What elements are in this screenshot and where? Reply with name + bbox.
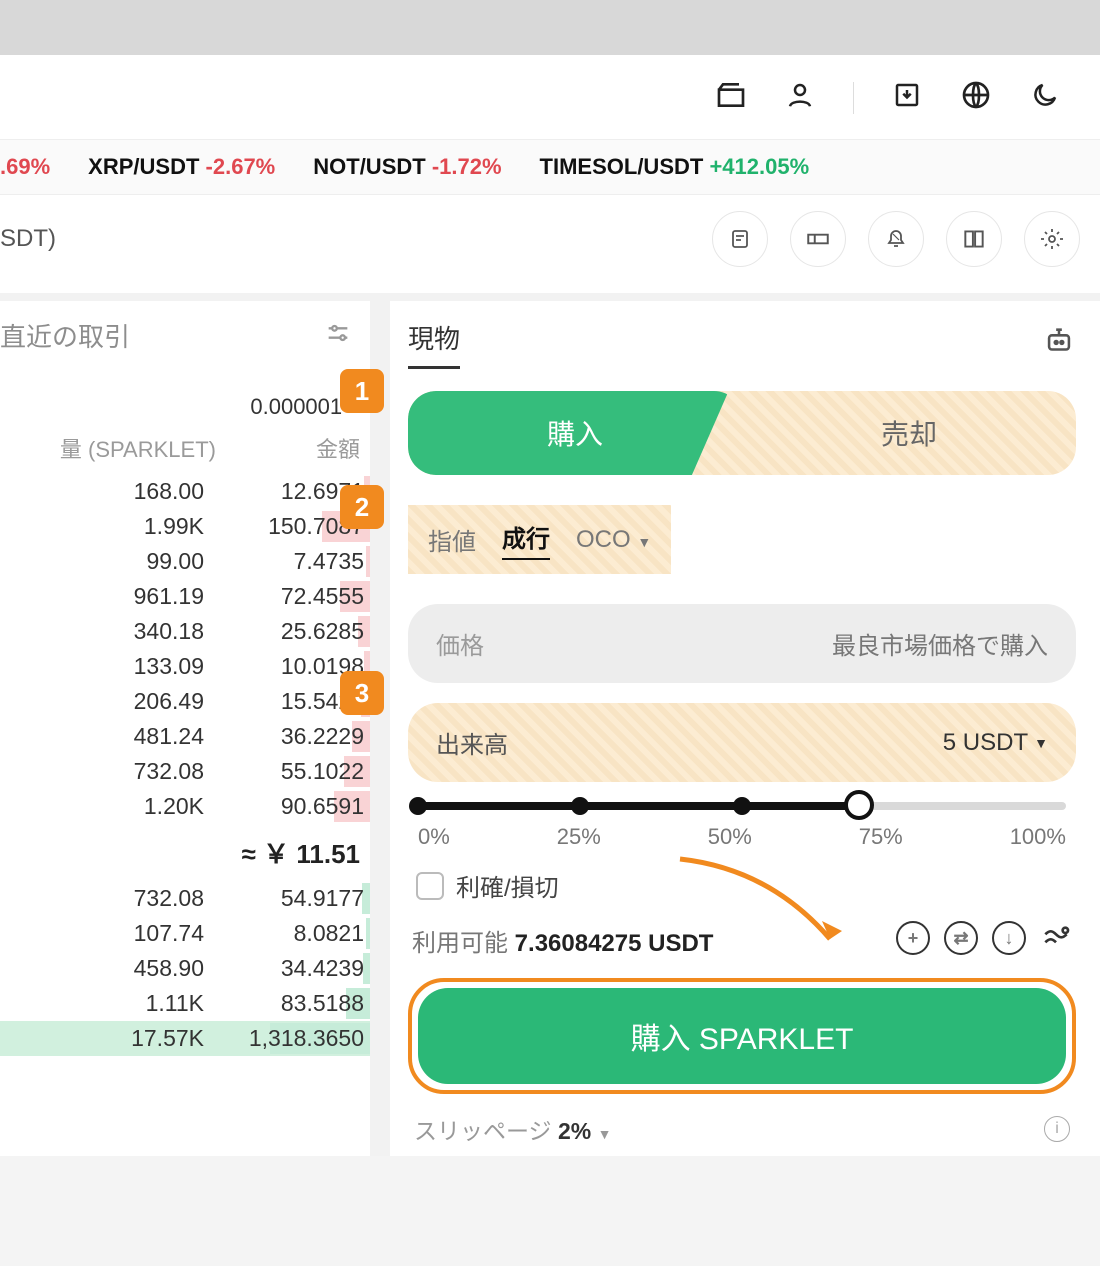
precision-selector[interactable]: 0.000001▼ <box>0 366 370 428</box>
notes-icon[interactable] <box>712 211 768 267</box>
orderbook-row[interactable]: 99.007.4735 <box>0 544 370 579</box>
orderbook-panel: 直近の取引 0.000001▼ 量 (SPARKLET) 金額 168.0012… <box>0 301 370 1156</box>
recent-trades-title: 直近の取引 <box>0 317 130 354</box>
ticker-item[interactable]: NOT/USDT -1.72% <box>313 154 501 180</box>
download-icon[interactable] <box>892 80 922 116</box>
mid-price: ≈ ￥ 11.51 <box>0 824 370 881</box>
info-icon[interactable]: i <box>1044 1116 1070 1142</box>
orderbook-row[interactable]: 206.4915.5427 <box>0 684 370 719</box>
order-panel: 1 2 3 現物 購入 売却 指値 成行 OCO ▼ 価格 最良市場価格で購入 <box>390 301 1100 1156</box>
buy-button-highlight: 購入 SPARKLET <box>408 978 1076 1094</box>
oco-tab[interactable]: OCO ▼ <box>576 526 651 554</box>
orderbook-row[interactable]: 961.1972.4555 <box>0 579 370 614</box>
orderbook-row[interactable]: 1.99K150.7087 <box>0 509 370 544</box>
ticker-change: .69% <box>0 154 50 179</box>
user-icon[interactable] <box>785 80 815 116</box>
volume-field[interactable]: 出来高 5 USDT ▼ <box>408 703 1076 782</box>
limit-tab[interactable]: 指値 <box>428 522 476 557</box>
amount-slider[interactable]: 0% 25% 50% 75% 100% <box>418 802 1066 850</box>
bot-icon[interactable] <box>1042 324 1076 364</box>
alert-icon[interactable] <box>868 211 924 267</box>
orderbook-row[interactable]: 340.1825.6285 <box>0 614 370 649</box>
callout-2: 2 <box>340 485 384 529</box>
orderbook-row[interactable]: 732.0855.1022 <box>0 754 370 789</box>
ticker-bar: .69% XRP/USDT -2.67% NOT/USDT -1.72% TIM… <box>0 139 1100 195</box>
orderbook-row[interactable]: 133.0910.0198 <box>0 649 370 684</box>
orderbook-row[interactable]: 458.9034.4239 <box>0 951 370 986</box>
market-tab[interactable]: 成行 <box>502 519 550 560</box>
amount-header: 金額 <box>316 432 360 464</box>
pair-label: SDT) <box>0 225 56 253</box>
wallet-icon[interactable] <box>715 79 747 117</box>
checkbox-icon <box>416 872 444 900</box>
buy-toggle[interactable]: 購入 <box>408 391 742 475</box>
orderbook-row[interactable]: 732.0854.9177 <box>0 881 370 916</box>
order-type-tabs: 指値 成行 OCO ▼ <box>408 505 671 574</box>
subbar: SDT) <box>0 195 1100 293</box>
transfer-icon[interactable] <box>1040 921 1072 960</box>
orderbook-row[interactable]: 481.2436.2229 <box>0 719 370 754</box>
ticker-item[interactable]: XRP/USDT -2.67% <box>88 154 275 180</box>
price-field: 価格 最良市場価格で購入 <box>408 604 1076 683</box>
available-label: 利用可能 7.36084275 USDT <box>412 923 713 958</box>
buy-button[interactable]: 購入 SPARKLET <box>418 988 1066 1084</box>
plus-icon[interactable]: + <box>896 921 930 955</box>
orderbook-row[interactable]: 17.57K1,318.3650 <box>0 1021 370 1056</box>
ticker-item[interactable]: TIMESOL/USDT +412.05% <box>540 154 810 180</box>
tab-spot[interactable]: 現物 <box>408 319 460 369</box>
callout-3: 3 <box>340 671 384 715</box>
buy-sell-toggle: 購入 売却 <box>408 391 1076 475</box>
qty-header: 量 (SPARKLET) <box>0 432 216 464</box>
slippage-row: スリッページ 2% ▼ i <box>408 1112 1076 1146</box>
swap-icon[interactable]: ⇄ <box>944 921 978 955</box>
book-icon[interactable] <box>946 211 1002 267</box>
orderbook-row[interactable]: 168.0012.6971 <box>0 474 370 509</box>
header-icons <box>0 55 1100 139</box>
tpsl-toggle[interactable]: 利確/損切 <box>416 868 1076 903</box>
callout-1: 1 <box>340 369 384 413</box>
ticket-icon[interactable] <box>790 211 846 267</box>
filter-icon[interactable] <box>324 319 352 353</box>
globe-icon[interactable] <box>960 79 992 117</box>
orderbook-row[interactable]: 1.20K90.6591 <box>0 789 370 824</box>
gear-icon[interactable] <box>1024 211 1080 267</box>
divider <box>853 82 854 114</box>
orderbook-row[interactable]: 107.748.0821 <box>0 916 370 951</box>
down-icon[interactable]: ↓ <box>992 921 1026 955</box>
sell-toggle[interactable]: 売却 <box>742 391 1076 475</box>
moon-icon[interactable] <box>1030 80 1060 116</box>
orderbook-row[interactable]: 1.11K83.5188 <box>0 986 370 1021</box>
